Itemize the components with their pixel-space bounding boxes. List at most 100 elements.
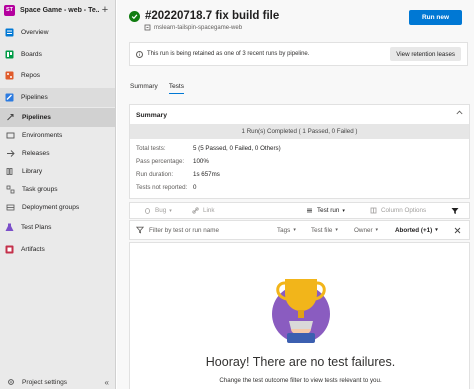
owner-dropdown[interactable]: Owner ▾ <box>354 221 378 239</box>
sidebar-item-environments[interactable]: Environments <box>0 126 115 145</box>
success-check-icon <box>129 10 140 22</box>
test-plans-icon <box>4 222 15 233</box>
releases-icon <box>5 148 16 159</box>
filter-search[interactable]: Filter by test or run name <box>136 221 219 239</box>
test-file-label: Test file <box>311 226 333 234</box>
project-avatar: ST <box>4 4 15 16</box>
chevron-up-icon[interactable] <box>456 110 463 117</box>
stat-value: 5 (5 Passed, 0 Failed, 0 Others) <box>193 145 281 152</box>
project-settings-label: Project settings <box>22 378 68 386</box>
filter-icon <box>136 226 144 234</box>
stat-value: 1s 657ms <box>193 171 220 178</box>
sidebar-item-library[interactable]: Library <box>0 162 115 181</box>
add-icon[interactable]: + <box>99 4 111 16</box>
sidebar-item-task-groups[interactable]: Task groups <box>0 180 115 199</box>
sidebar-item-releases[interactable]: Releases <box>0 144 115 163</box>
sidebar-item-label: Overview <box>21 29 49 36</box>
sidebar-item-test-plans[interactable]: Test Plans <box>0 218 115 237</box>
outcome-dropdown[interactable]: Aborted (+1) ▾ <box>395 221 438 239</box>
bug-button[interactable]: Bug ▾ <box>144 207 172 214</box>
filter-icon <box>451 207 459 214</box>
boards-icon <box>4 49 15 60</box>
environments-icon <box>5 130 16 141</box>
filter-bar: Filter by test or run name Tags ▾ Test fi… <box>129 220 470 240</box>
tags-dropdown[interactable]: Tags ▾ <box>277 221 296 239</box>
sidebar-item-pipelines[interactable]: Pipelines <box>0 108 115 127</box>
deployment-groups-icon <box>5 202 16 213</box>
stat-value: 100% <box>193 158 209 165</box>
main-content: #20220718.7 fix build file mslearn-tails… <box>117 0 474 389</box>
sidebar-item-label: Deployment groups <box>22 204 80 211</box>
summary-title: Summary <box>136 112 167 119</box>
tab-summary[interactable]: Summary <box>130 83 158 94</box>
sidebar-item-label: Test Plans <box>21 224 52 231</box>
info-icon: i <box>136 50 143 58</box>
artifacts-icon <box>4 244 15 255</box>
tab-tests[interactable]: Tests <box>168 83 184 94</box>
stat-value: 0 <box>193 184 197 191</box>
sidebar-item-label: Pipelines <box>21 94 48 101</box>
empty-state-panel: Hooray! There are no test failures. Chan… <box>129 242 470 389</box>
stat-tests-not-reported: Tests not reported: 0 <box>136 184 196 191</box>
stat-label: Tests not reported: <box>136 184 188 191</box>
chevron-down-icon: ▾ <box>435 227 438 233</box>
sidebar-item-repos[interactable]: Repos <box>0 66 115 85</box>
project-header[interactable]: ST Space Game - web - Te... + <box>0 0 115 20</box>
sidebar-item-overview[interactable]: Overview <box>0 23 115 42</box>
chevron-down-icon: ▾ <box>293 227 296 233</box>
task-groups-icon <box>5 184 16 195</box>
sidebar-item-label: Boards <box>21 51 42 58</box>
summary-card: Summary 1 Run(s) Completed ( 1 Passed, 0… <box>129 104 470 199</box>
outcome-label: Aborted (+1) <box>395 226 433 234</box>
repo-link[interactable]: mslearn-tailspin-spacegame-web <box>144 24 242 31</box>
sidebar-item-pipelines-group[interactable]: Pipelines <box>0 88 115 107</box>
filter-toggle[interactable] <box>451 207 459 215</box>
tab-bar: Summary Tests <box>130 83 195 94</box>
sidebar-item-label: Library <box>22 168 43 175</box>
overview-icon <box>4 27 15 38</box>
sidebar-item-deployment-groups[interactable]: Deployment groups <box>0 198 115 217</box>
stat-label: Run duration: <box>136 171 174 178</box>
sidebar-item-label: Pipelines <box>22 114 51 121</box>
chevron-down-icon: ▾ <box>375 227 379 233</box>
tests-toolbar: Bug ▾ Link Test run ▾ Column Options <box>129 202 470 219</box>
chevron-down-icon: ▾ <box>342 207 345 214</box>
link-icon <box>192 207 199 214</box>
chevron-down-icon: ▾ <box>335 227 338 233</box>
link-button[interactable]: Link <box>192 207 215 214</box>
sidebar-item-label: Task groups <box>22 186 58 193</box>
stat-total-tests: Total tests: 5 (5 Passed, 0 Failed, 0 Oth… <box>136 145 281 152</box>
collapse-sidebar-icon[interactable]: « <box>105 378 109 387</box>
sidebar-item-boards[interactable]: Boards <box>0 45 115 64</box>
view-retention-leases-button[interactable]: View retention leases <box>390 47 461 61</box>
sidebar-item-artifacts[interactable]: Artifacts <box>0 240 115 259</box>
repos-icon <box>4 70 15 81</box>
banner-text: This run is being retained as one of 3 r… <box>147 51 310 57</box>
run-new-button[interactable]: Run new <box>409 10 462 25</box>
run-header: #20220718.7 fix build file <box>129 10 279 22</box>
empty-state-title: Hooray! There are no test failures. <box>205 355 396 369</box>
owner-label: Owner <box>354 226 373 234</box>
stat-pass-percentage: Pass percentage: 100% <box>136 158 209 165</box>
test-run-dropdown[interactable]: Test run ▾ <box>306 207 345 214</box>
column-options-icon <box>370 207 377 214</box>
sidebar-item-label: Artifacts <box>21 246 45 253</box>
empty-state-subtitle: Change the test outcome filter to view t… <box>219 377 382 384</box>
sidebar: ST Space Game - web - Te... + Overview B… <box>0 0 116 389</box>
runs-completed-bar: 1 Run(s) Completed ( 1 Passed, 0 Failed … <box>130 124 469 139</box>
list-icon <box>307 208 312 213</box>
clear-filter-button[interactable] <box>454 221 461 239</box>
bug-icon <box>145 208 150 214</box>
chevron-down-icon: ▾ <box>169 207 172 214</box>
project-name[interactable]: Space Game - web - Te... <box>20 7 99 14</box>
close-icon <box>454 227 461 233</box>
sidebar-item-label: Environments <box>22 132 63 139</box>
project-settings[interactable]: Project settings « <box>0 375 115 389</box>
repo-name: mslearn-tailspin-spacegame-web <box>154 24 243 31</box>
column-options-label: Column Options <box>381 207 427 214</box>
retention-banner: i This run is being retained as one of 3… <box>129 42 468 66</box>
bug-label: Bug <box>155 207 167 214</box>
repo-icon <box>144 24 151 31</box>
test-file-dropdown[interactable]: Test file ▾ <box>311 221 338 239</box>
column-options-button[interactable]: Column Options <box>370 207 426 214</box>
